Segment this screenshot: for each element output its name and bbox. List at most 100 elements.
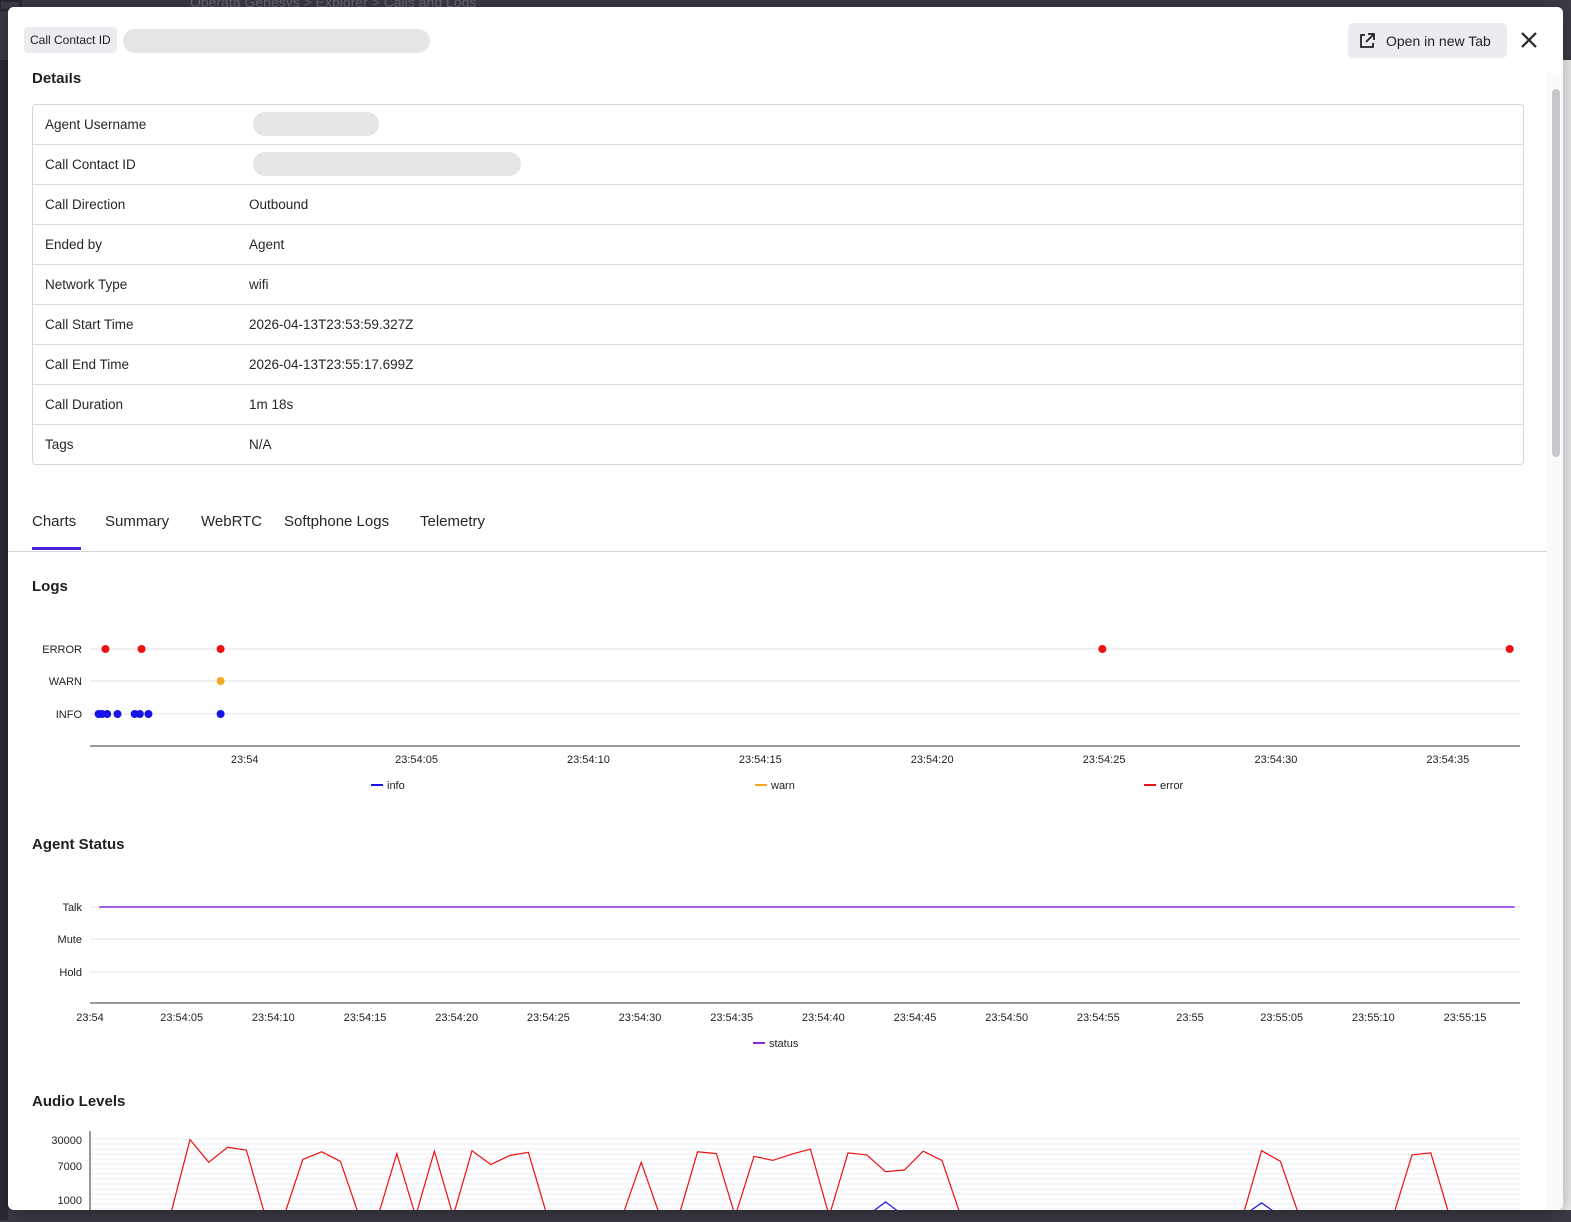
logs-chart-title: Logs <box>32 578 68 595</box>
x-tick-label: 23:55:10 <box>1352 1012 1395 1024</box>
x-tick-label: 23:54:35 <box>1426 754 1469 766</box>
x-tick-label: 23:54:30 <box>619 1012 662 1024</box>
audio-levels-chart-title: Audio Levels <box>32 1093 126 1110</box>
details-row: Call End Time 2026-04-13T23:55:17.699Z <box>33 345 1523 385</box>
close-icon[interactable] <box>1518 29 1540 51</box>
data-point-info <box>113 710 122 718</box>
detail-label: Agent Username <box>45 117 147 132</box>
details-title: Details <box>32 73 82 87</box>
legend-label-info: info <box>387 780 405 792</box>
legend-label-status: status <box>769 1038 799 1050</box>
x-tick-label: 23:54:05 <box>395 754 438 766</box>
scrollbar-thumb[interactable] <box>1552 89 1560 457</box>
detail-value: Outbound <box>249 197 309 212</box>
data-point-info <box>144 710 153 718</box>
x-tick-label: 23:54:25 <box>1083 754 1126 766</box>
modal-content: Details Agent Username Call Contact ID C… <box>8 73 1547 1210</box>
x-tick-label: 23:54:30 <box>1255 754 1298 766</box>
logs-chart: INFO WARN ERROR 23:54 23:54:05 23:54:10 23:54:… <box>42 644 1520 792</box>
data-point-error <box>216 645 225 653</box>
y-tick-label: 7000 <box>58 1161 82 1173</box>
details-row: Call Start Time 2026-04-13T23:53:59.327Z <box>33 305 1523 345</box>
y-tick-label: 1000 <box>58 1195 82 1207</box>
y-tick-label: Talk <box>62 902 82 914</box>
y-tick-label: INFO <box>56 709 83 721</box>
tab-summary[interactable]: Summary <box>105 513 169 530</box>
detail-label: Tags <box>45 437 74 452</box>
detail-value: Agent <box>249 237 285 252</box>
detail-label: Call Direction <box>45 197 126 212</box>
x-tick-label: 23:55:15 <box>1444 1012 1487 1024</box>
detail-label: Call Start Time <box>45 317 134 332</box>
details-row: Tags N/A <box>33 425 1523 464</box>
open-in-new-tab-label: Open in new Tab <box>1386 32 1491 49</box>
x-tick-label: 23:55:05 <box>1260 1012 1303 1024</box>
audio-levels-chart: 1000 7000 30000 <box>51 1131 1520 1210</box>
x-tick-label: 23:54 <box>231 754 259 766</box>
open-in-new-tab-button[interactable]: Open in new Tab <box>1348 23 1507 58</box>
agent-status-chart-title: Agent Status <box>32 836 125 853</box>
detail-label: Call End Time <box>45 357 130 372</box>
x-tick-label: 23:54 <box>76 1012 104 1024</box>
data-point-warn <box>216 677 225 685</box>
details-row: Call Duration 1m 18s <box>33 385 1523 425</box>
detail-label: Call Contact ID <box>45 157 136 172</box>
active-tab-indicator <box>32 547 81 550</box>
x-tick-label: 23:55 <box>1176 1012 1204 1024</box>
x-tick-label: 23:54:15 <box>739 754 782 766</box>
redacted-agent-username <box>253 112 379 136</box>
legend-label-warn: warn <box>770 780 795 792</box>
y-tick-label: WARN <box>49 676 82 688</box>
tab-telemetry[interactable]: Telemetry <box>420 513 485 530</box>
x-tick-label: 23:54:45 <box>894 1012 937 1024</box>
data-point-error <box>101 645 110 653</box>
detail-value: N/A <box>249 437 272 452</box>
data-point-error <box>137 645 146 653</box>
details-table: Agent Username Call Contact ID Call Dire… <box>32 104 1524 465</box>
detail-value: 2026-04-13T23:55:17.699Z <box>249 357 414 372</box>
detail-label: Ended by <box>45 237 103 252</box>
tab-bar: Charts Summary WebRTC Softphone Logs Tel… <box>8 499 1547 552</box>
detail-label: Network Type <box>45 277 128 292</box>
tab-webrtc[interactable]: WebRTC <box>201 513 262 530</box>
y-tick-label: Hold <box>59 967 82 979</box>
detail-value <box>245 145 1523 184</box>
external-link-icon <box>1360 32 1375 48</box>
data-point-error <box>1098 645 1107 653</box>
y-tick-label: 30000 <box>51 1135 82 1147</box>
detail-value: 2026-04-13T23:53:59.327Z <box>249 317 414 332</box>
details-row: Call Direction Outbound <box>33 185 1523 225</box>
x-tick-label: 23:54:20 <box>911 754 954 766</box>
x-tick-label: 23:54:05 <box>160 1012 203 1024</box>
x-tick-label: 23:54:10 <box>252 1012 295 1024</box>
detail-label: Call Duration <box>45 397 124 412</box>
agent-status-chart: Hold Mute Talk 23:54 23:54:05 23:54:10 23:54:1… <box>58 902 1520 1050</box>
redacted-call-contact-id <box>123 29 430 53</box>
detail-value: 1m 18s <box>249 397 294 412</box>
tab-softphone-logs[interactable]: Softphone Logs <box>284 513 389 530</box>
data-point-info <box>135 710 144 718</box>
detail-value <box>245 105 1523 144</box>
x-tick-label: 23:54:15 <box>344 1012 387 1024</box>
details-row: Network Type wifi <box>33 265 1523 305</box>
modal-scrollbar[interactable] <box>1547 73 1563 1210</box>
x-tick-label: 23:54:25 <box>527 1012 570 1024</box>
x-tick-label: 23:54:10 <box>567 754 610 766</box>
x-tick-label: 23:54:55 <box>1077 1012 1120 1024</box>
x-tick-label: 23:54:35 <box>710 1012 753 1024</box>
y-tick-label: Mute <box>58 934 82 946</box>
details-row: Agent Username <box>33 105 1523 145</box>
data-point-error <box>1505 645 1514 653</box>
call-contact-id-chip: Call Contact ID <box>24 27 117 53</box>
background-sidebar <box>0 60 8 1220</box>
call-details-modal: Call Contact ID Open in new Tab Details … <box>8 7 1563 1210</box>
modal-header: Call Contact ID Open in new Tab <box>8 7 1563 73</box>
tab-charts[interactable]: Charts <box>32 513 76 530</box>
details-row: Ended by Agent <box>33 225 1523 265</box>
y-tick-label: ERROR <box>42 644 82 656</box>
data-point-info <box>103 710 112 718</box>
x-tick-label: 23:54:50 <box>985 1012 1028 1024</box>
x-tick-label: 23:54:40 <box>802 1012 845 1024</box>
redacted-contact-id <box>253 152 521 176</box>
details-row: Call Contact ID <box>33 145 1523 185</box>
